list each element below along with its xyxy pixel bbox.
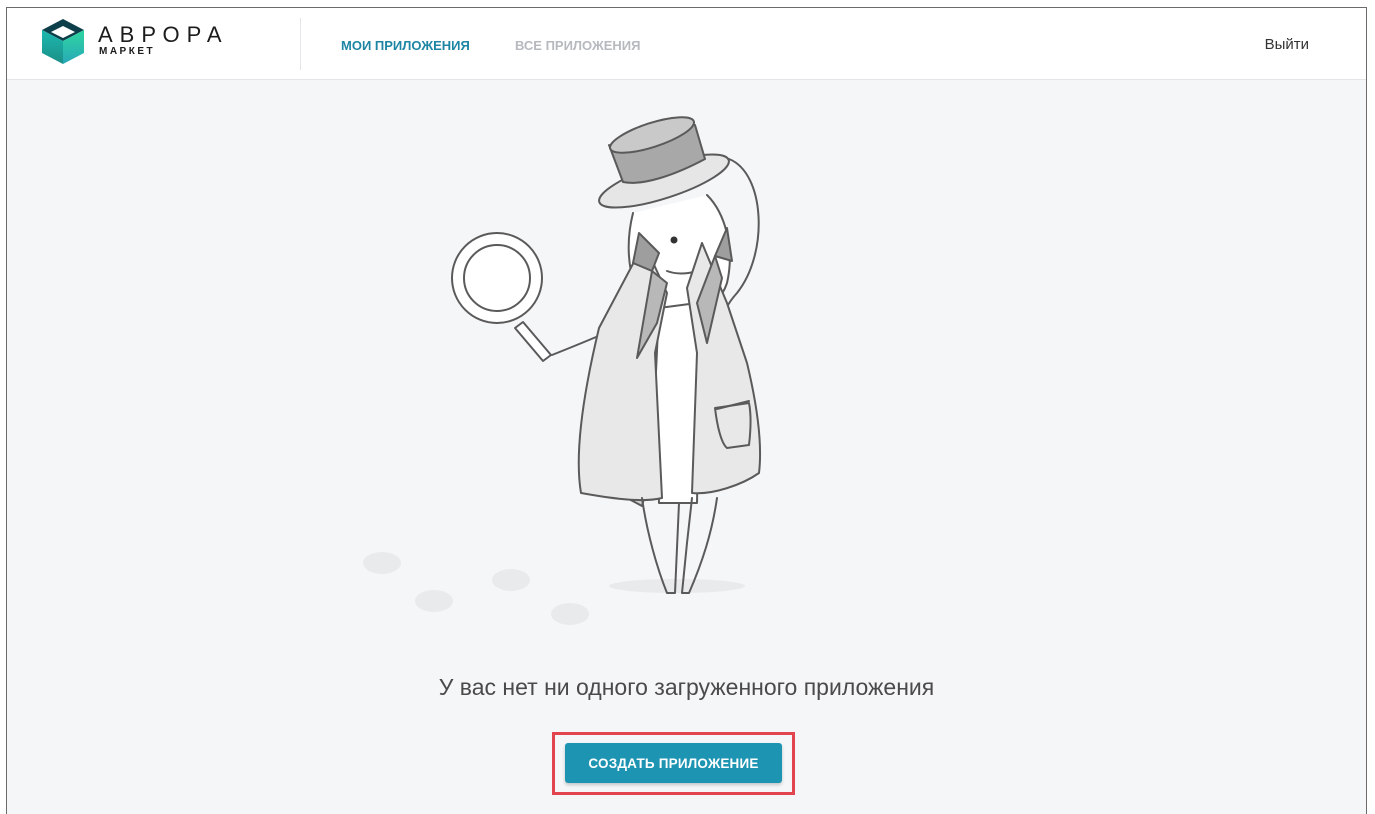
app-window: АВРОРА МАРКЕТ МОИ ПРИЛОЖЕНИЯ ВСЕ ПРИЛОЖЕ… bbox=[6, 7, 1367, 814]
brand-logo[interactable]: АВРОРА МАРКЕТ bbox=[40, 17, 250, 65]
logout-link[interactable]: Выйти bbox=[1265, 36, 1309, 53]
brand-subtitle: МАРКЕТ bbox=[99, 46, 156, 57]
create-app-button[interactable]: СОЗДАТЬ ПРИЛОЖЕНИЕ bbox=[565, 743, 782, 783]
tab-my-apps[interactable]: МОИ ПРИЛОЖЕНИЯ bbox=[341, 38, 470, 53]
cube-logo-icon bbox=[42, 19, 84, 64]
brand-title: АВРОРА bbox=[98, 22, 229, 47]
header-divider bbox=[300, 18, 301, 70]
empty-state-message: У вас нет ни одного загруженного приложе… bbox=[438, 674, 935, 700]
detective-illustration bbox=[363, 116, 762, 625]
tab-all-apps[interactable]: ВСЕ ПРИЛОЖЕНИЯ bbox=[515, 38, 640, 53]
top-header: АВРОРА МАРКЕТ МОИ ПРИЛОЖЕНИЯ ВСЕ ПРИЛОЖЕ… bbox=[7, 8, 1366, 80]
